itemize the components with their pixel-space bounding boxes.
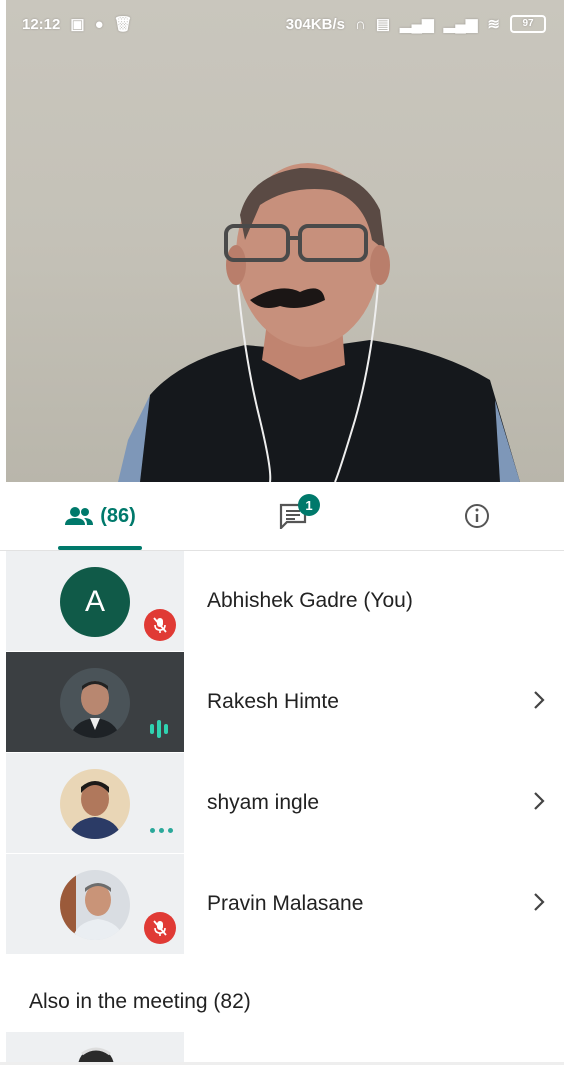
wifi-icon: ≋ (487, 15, 500, 33)
connecting-dots-icon (150, 828, 173, 833)
speaking-indicator-icon (150, 720, 168, 738)
status-bar: 12:12 ▣ ● 🗑 304KB/s ∩ ▤ ▂▄▆ ▂▄▆ ≋ 97 (0, 0, 564, 48)
trash-icon: 🗑 (113, 15, 133, 33)
avatar (60, 870, 130, 940)
chevron-right-icon[interactable] (532, 688, 546, 712)
battery-icon: 97 (510, 15, 546, 33)
signal-2-icon: ▂▄▆ (443, 15, 478, 33)
avatar (60, 668, 130, 738)
tab-info[interactable] (452, 482, 502, 550)
sim-icon: ▤ (375, 15, 391, 33)
participant-thumbnail: A (6, 551, 184, 651)
participant-name: Rakesh Himte (207, 690, 339, 713)
chat-unread-badge: 1 (298, 494, 320, 516)
participant-thumbnail (6, 652, 184, 752)
speaker-video (118, 163, 520, 482)
participant-name: shyam ingle (207, 791, 320, 814)
participant-thumbnail (6, 753, 184, 853)
chevron-right-icon[interactable] (532, 789, 546, 813)
clock: 12:12 (22, 15, 61, 33)
mic-muted-icon (144, 912, 176, 944)
people-count: (86) (100, 504, 136, 527)
location-icon: ● (94, 15, 104, 33)
also-in-meeting-header: Also in the meeting (82) (29, 990, 251, 1013)
avatar: A (60, 567, 130, 637)
avatar (60, 769, 130, 839)
participant-thumbnail[interactable] (6, 1032, 184, 1065)
mic-muted-icon (144, 609, 176, 641)
headphones-icon: ∩ (354, 15, 366, 33)
participant-row[interactable]: Rakesh Himte (0, 652, 564, 753)
video-frame-edge (0, 0, 6, 482)
participant-row[interactable]: A Abhishek Gadre (You) (0, 551, 564, 652)
active-tab-indicator (58, 546, 142, 550)
participant-row[interactable]: shyam ingle (0, 753, 564, 854)
participant-row[interactable]: Pravin Malasane (0, 854, 564, 955)
participant-name: Pravin Malasane (207, 892, 364, 915)
signal-icon: ▂▄▆ (400, 15, 434, 33)
chevron-right-icon[interactable] (532, 890, 546, 914)
screen-record-icon: ▣ (70, 15, 85, 33)
participant-thumbnail (6, 854, 184, 954)
avatar (78, 1047, 114, 1065)
people-icon (65, 507, 94, 525)
participant-list: A Abhishek Gadre (You) Rakesh Himte shya… (0, 551, 564, 955)
info-icon (465, 504, 489, 528)
tab-people[interactable]: (86) (52, 482, 148, 550)
net-speed: 304KB/s (285, 15, 345, 33)
participant-name: Abhishek Gadre (You) (207, 589, 413, 612)
main-video-feed[interactable]: 12:12 ▣ ● 🗑 304KB/s ∩ ▤ ▂▄▆ ▂▄▆ ≋ 97 (0, 0, 564, 482)
tab-bar: (86) 1 (0, 482, 564, 551)
tab-chat[interactable]: 1 (258, 482, 328, 550)
